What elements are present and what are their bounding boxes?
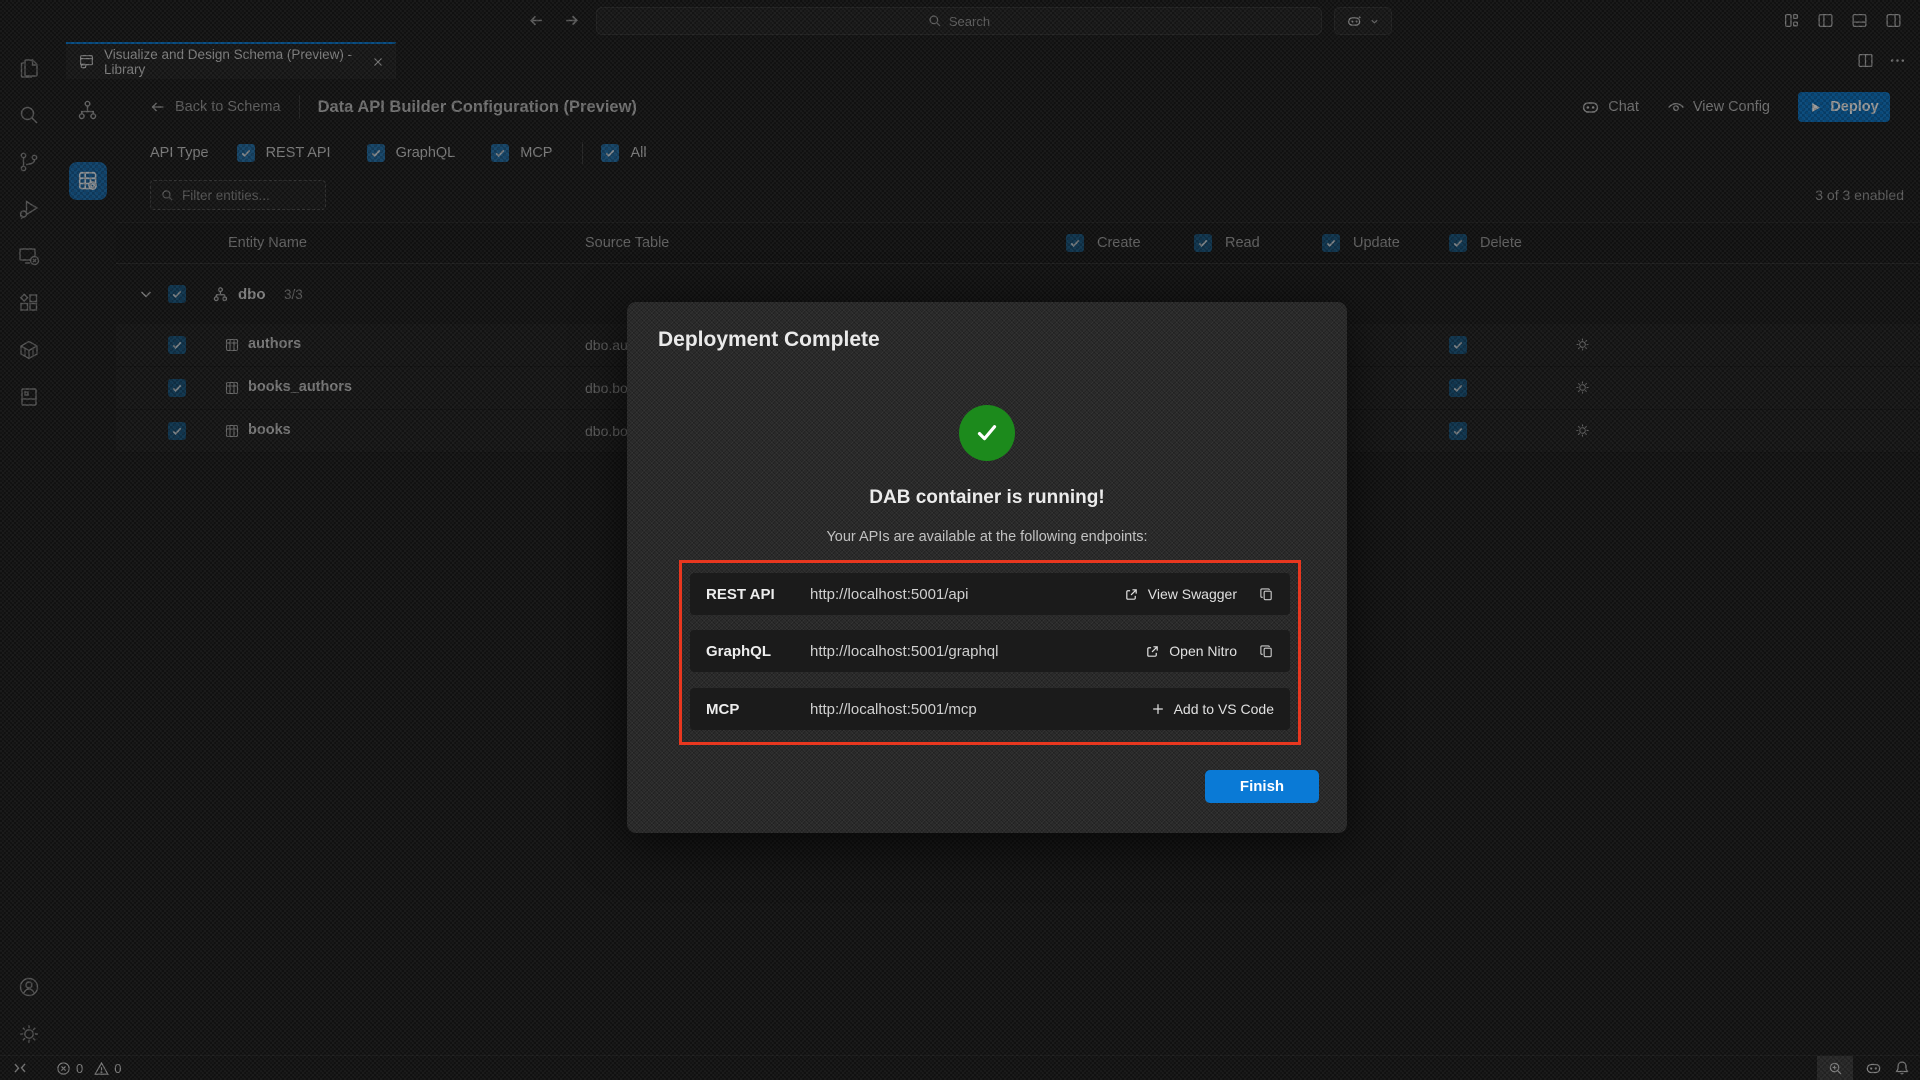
endpoints-highlight-box: REST API http://localhost:5001/api View …: [679, 560, 1301, 745]
endpoint-action-label: View Swagger: [1148, 586, 1237, 602]
endpoint-label: MCP: [706, 701, 810, 718]
external-link-icon: [1124, 587, 1139, 602]
plus-icon: [1151, 702, 1165, 716]
modal-subheading: Your APIs are available at the following…: [627, 529, 1347, 545]
external-link-icon: [1145, 644, 1160, 659]
modal-heading: DAB container is running!: [627, 487, 1347, 509]
finish-button[interactable]: Finish: [1205, 770, 1319, 803]
endpoint-row-rest: REST API http://localhost:5001/api View …: [690, 573, 1290, 615]
endpoint-label: GraphQL: [706, 643, 810, 660]
endpoint-url: http://localhost:5001/api: [810, 586, 968, 603]
view-swagger-button[interactable]: View Swagger: [1124, 586, 1237, 602]
add-to-vscode-button[interactable]: Add to VS Code: [1151, 701, 1274, 717]
endpoint-row-mcp: MCP http://localhost:5001/mcp Add to VS …: [690, 688, 1290, 730]
vscode-window: Search: [0, 0, 1920, 1080]
endpoint-action-label: Open Nitro: [1169, 643, 1237, 659]
open-nitro-button[interactable]: Open Nitro: [1145, 643, 1237, 659]
copy-icon[interactable]: [1259, 587, 1274, 602]
endpoint-url: http://localhost:5001/graphql: [810, 643, 998, 660]
success-check-icon: [959, 405, 1015, 461]
deployment-complete-modal: Deployment Complete DAB container is run…: [627, 302, 1347, 833]
copy-icon[interactable]: [1259, 644, 1274, 659]
endpoint-action-label: Add to VS Code: [1174, 701, 1274, 717]
endpoint-label: REST API: [706, 586, 810, 603]
endpoint-url: http://localhost:5001/mcp: [810, 701, 977, 718]
endpoint-row-graphql: GraphQL http://localhost:5001/graphql Op…: [690, 630, 1290, 672]
modal-title: Deployment Complete: [658, 328, 880, 352]
